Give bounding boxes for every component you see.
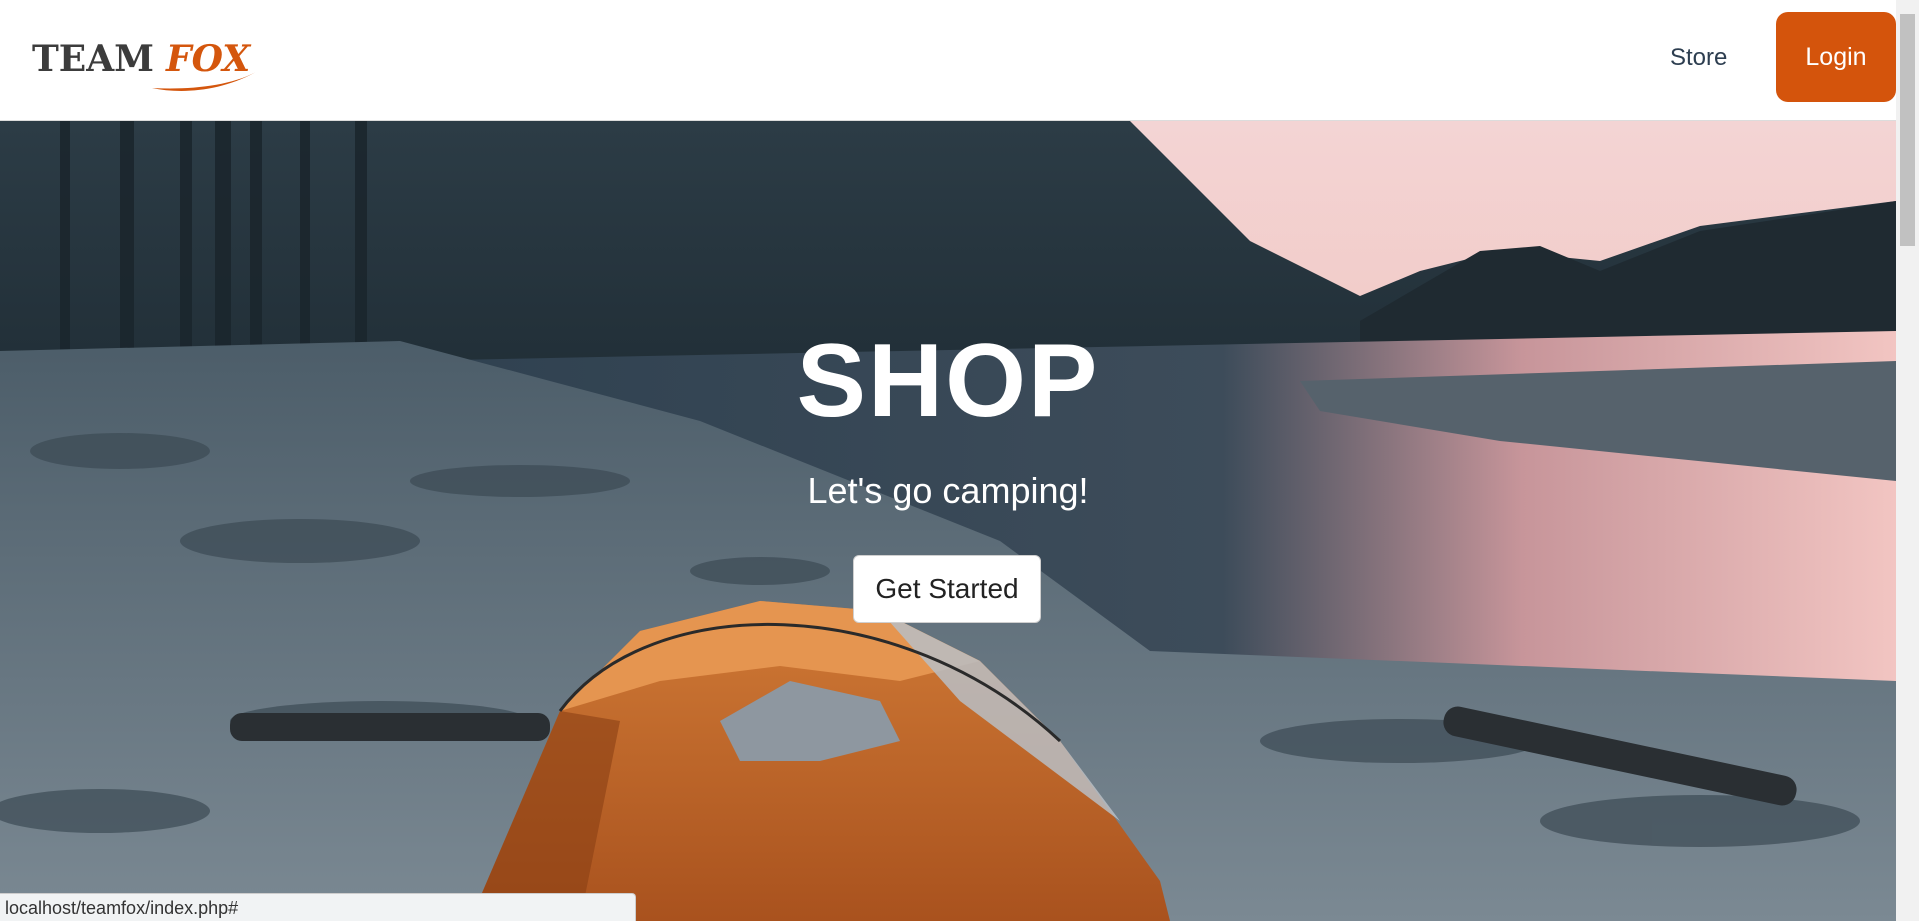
browser-viewport: TEAM FOX Store Login SHOP Let's go campi… [0, 0, 1919, 921]
site-logo[interactable]: TEAM FOX [32, 38, 256, 91]
logo-swoosh-icon [152, 72, 256, 91]
hero-background-image [0, 121, 1896, 921]
hero-title: SHOP [796, 323, 1100, 439]
site-navbar: TEAM FOX Store Login [0, 0, 1896, 121]
login-button[interactable]: Login [1776, 12, 1896, 102]
browser-status-url: localhost/teamfox/index.php# [0, 893, 636, 921]
page-scrollbar[interactable] [1896, 0, 1919, 921]
logo-text-team: TEAM [32, 38, 155, 80]
scrollbar-thumb[interactable] [1900, 14, 1915, 246]
hero-section: SHOP Let's go camping! Get Started [0, 121, 1896, 921]
nav-link-store[interactable]: Store [1656, 38, 1741, 78]
hero-subtitle: Let's go camping! [807, 470, 1089, 511]
get-started-button[interactable]: Get Started [853, 555, 1041, 623]
